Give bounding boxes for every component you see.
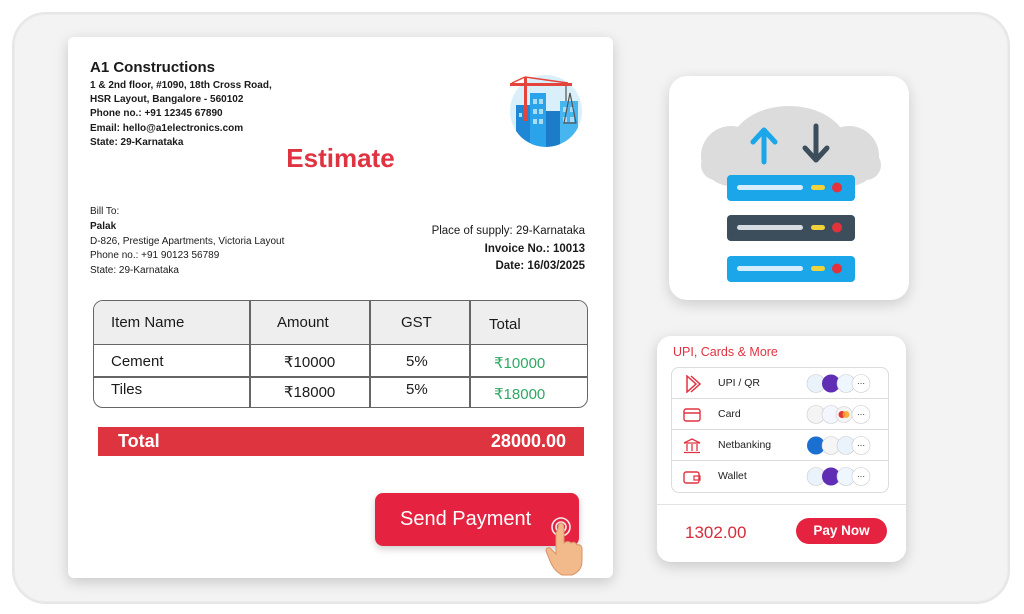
- invoice-meta: Place of supply: 29-Karnataka Invoice No…: [432, 223, 585, 276]
- document-title: Estimate: [286, 143, 395, 173]
- company-address-line2: HSR Layout, Bangalore - 560102: [90, 94, 244, 106]
- row1-item: Cement: [111, 353, 164, 370]
- svg-text:⋯: ⋯: [857, 410, 865, 419]
- payment-card: UPI, Cards & More UPI / QR ⋯ Card ⋯ Netb…: [657, 336, 906, 562]
- payment-method-card[interactable]: Card ⋯: [672, 399, 888, 430]
- upi-icon: [686, 375, 702, 393]
- payment-method-label: Wallet: [718, 470, 747, 482]
- row2-gst: 5%: [406, 381, 428, 398]
- header-item-name: Item Name: [111, 314, 185, 331]
- cloud-sync-icon: [701, 106, 881, 282]
- place-of-supply: Place of supply: 29-Karnataka: [431, 225, 585, 237]
- payment-title: UPI, Cards & More: [673, 345, 778, 359]
- estimate-card: A1 Constructions 1 & 2nd floor, #1090, 1…: [68, 37, 613, 578]
- card-network-logos-icon: ⋯: [806, 405, 871, 424]
- payment-footer: 1302.00 Pay Now: [657, 504, 906, 562]
- svg-text:⋯: ⋯: [857, 379, 865, 388]
- column-divider: [469, 301, 471, 407]
- payment-amount: 1302.00: [685, 523, 747, 542]
- invoice-number: Invoice No.: 10013: [484, 242, 585, 255]
- send-payment-label: Send Payment: [400, 508, 532, 530]
- payment-method-netbanking[interactable]: Netbanking ⋯: [672, 430, 888, 461]
- total-amount: 28000.00: [490, 431, 566, 451]
- items-table: Item Name Amount GST Total Cement ₹10000…: [93, 300, 588, 408]
- header-amount: Amount: [277, 314, 329, 331]
- payment-method-label: Card: [718, 408, 741, 420]
- row-divider: [94, 376, 587, 378]
- bill-to-name: Palak: [90, 220, 117, 232]
- company-phone: Phone no.: +91 12345 67890: [90, 108, 223, 120]
- row2-total: ₹18000: [494, 386, 546, 403]
- header-gst: GST: [401, 314, 432, 331]
- header-total: Total: [489, 316, 521, 333]
- pay-now-button[interactable]: Pay Now: [796, 518, 887, 544]
- card-icon: [683, 408, 701, 422]
- row2-item: Tiles: [111, 381, 143, 398]
- bill-to-block: Bill To: Palak D-826, Prestige Apartment…: [90, 205, 284, 279]
- wallet-apps-logos-icon: ⋯: [806, 467, 871, 486]
- upi-apps-logos-icon: ⋯: [806, 374, 871, 393]
- bill-to-phone: Phone no.: +91 90123 56789: [90, 250, 220, 262]
- payment-method-label: UPI / QR: [718, 377, 761, 389]
- wallet-icon: [683, 471, 701, 484]
- bank-icon: [683, 438, 701, 454]
- company-address-line1: 1 & 2nd floor, #1090, 18th Cross Road,: [90, 80, 272, 91]
- row2-amount: ₹18000: [284, 384, 336, 401]
- svg-text:⋯: ⋯: [857, 441, 865, 450]
- payment-methods-list: UPI / QR ⋯ Card ⋯ Netbanking ⋯ Wallet ⋯: [671, 367, 889, 493]
- row1-gst: 5%: [406, 353, 428, 370]
- row1-amount: ₹10000: [284, 354, 336, 371]
- column-divider: [249, 301, 251, 407]
- company-name: A1 Constructions: [90, 59, 216, 76]
- bill-to-label: Bill To:: [90, 206, 120, 217]
- column-divider: [369, 301, 371, 407]
- company-details: 1 & 2nd floor, #1090, 18th Cross Road, H…: [90, 79, 272, 150]
- company-email: Email: hello@a1electronics.com: [90, 122, 244, 134]
- total-label: Total: [118, 431, 160, 451]
- bank-logos-icon: ⋯: [807, 436, 871, 455]
- cloud-server-card: [669, 76, 909, 300]
- svg-text:⋯: ⋯: [857, 472, 865, 481]
- payment-method-wallet[interactable]: Wallet ⋯: [672, 461, 888, 492]
- payment-method-label: Netbanking: [718, 439, 772, 451]
- total-bar: Total 28000.00: [98, 427, 584, 456]
- bill-to-state: State: 29-Karnataka: [90, 265, 179, 277]
- construction-logo-icon: [510, 75, 582, 147]
- pointing-hand-icon: [545, 517, 583, 576]
- payment-method-upi[interactable]: UPI / QR ⋯: [672, 368, 888, 399]
- invoice-date: Date: 16/03/2025: [495, 260, 585, 272]
- row1-total: ₹10000: [494, 355, 546, 372]
- bill-to-address: D-826, Prestige Apartments, Victoria Lay…: [90, 235, 285, 247]
